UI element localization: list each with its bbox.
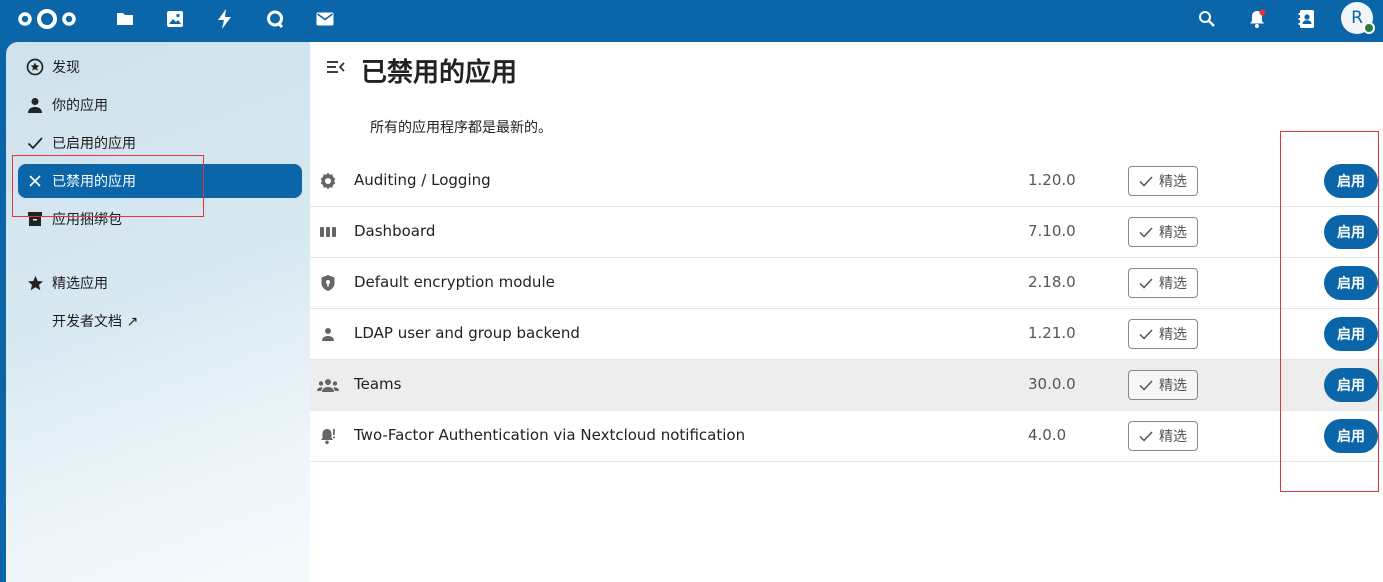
sidebar-item-label: 你的应用 bbox=[52, 98, 108, 114]
app-version: 30.0.0 bbox=[1028, 375, 1076, 393]
notifications-icon[interactable] bbox=[1243, 6, 1271, 32]
status-online-indicator bbox=[1363, 22, 1375, 34]
app-row[interactable]: Auditing / Logging 1.20.0 精选 启用 bbox=[310, 156, 1383, 207]
top-header: R bbox=[0, 0, 1383, 40]
dashboard-icon bbox=[316, 220, 340, 244]
app-row[interactable]: Default encryption module 2.18.0 精选 启用 bbox=[310, 258, 1383, 309]
close-icon bbox=[18, 164, 52, 198]
enable-button[interactable]: 启用 bbox=[1324, 317, 1378, 351]
app-version: 4.0.0 bbox=[1028, 426, 1067, 444]
app-version: 2.18.0 bbox=[1028, 273, 1076, 291]
contacts-icon[interactable] bbox=[1293, 6, 1321, 32]
app-row[interactable]: Dashboard 7.10.0 精选 启用 bbox=[310, 207, 1383, 258]
check-icon bbox=[1139, 277, 1153, 289]
main-content: 已禁用的应用 所有的应用程序都是最新的。 Auditing / Logging … bbox=[310, 42, 1383, 582]
app-version: 7.10.0 bbox=[1028, 222, 1076, 240]
sidebar-item-featured-apps[interactable]: 精选应用 bbox=[18, 266, 302, 300]
bell-alert-icon bbox=[316, 424, 340, 448]
page-title: 已禁用的应用 bbox=[361, 58, 518, 88]
shield-icon bbox=[316, 271, 340, 295]
enable-button[interactable]: 启用 bbox=[1324, 419, 1378, 453]
check-icon bbox=[1139, 175, 1153, 187]
featured-label: 精选 bbox=[1159, 429, 1187, 445]
gear-icon bbox=[316, 169, 340, 193]
app-name: Dashboard bbox=[354, 222, 436, 240]
sidebar-item-label: 发现 bbox=[52, 60, 80, 76]
menu-toggle-icon[interactable] bbox=[325, 58, 347, 76]
enable-button[interactable]: 启用 bbox=[1324, 164, 1378, 198]
app-row[interactable]: LDAP user and group backend 1.21.0 精选 启用 bbox=[310, 309, 1383, 360]
mail-icon[interactable] bbox=[313, 8, 337, 30]
group-icon bbox=[316, 373, 340, 397]
featured-badge: 精选 bbox=[1128, 370, 1198, 400]
check-icon bbox=[18, 126, 52, 160]
star-icon bbox=[18, 266, 52, 300]
app-version: 1.20.0 bbox=[1028, 171, 1076, 189]
enable-button[interactable]: 启用 bbox=[1324, 266, 1378, 300]
sidebar-item-label: 已启用的应用 bbox=[52, 136, 136, 152]
featured-badge: 精选 bbox=[1128, 319, 1198, 349]
featured-badge: 精选 bbox=[1128, 421, 1198, 451]
sidebar-item-enabled-apps[interactable]: 已启用的应用 bbox=[18, 126, 302, 160]
sidebar-item-developer-docs[interactable]: 开发者文档 ↗ bbox=[18, 304, 302, 338]
avatar-initial: R bbox=[1351, 8, 1363, 28]
star-circle-icon bbox=[18, 50, 52, 84]
app-name: Default encryption module bbox=[354, 273, 555, 291]
files-icon[interactable] bbox=[113, 8, 137, 30]
sidebar-item-label: 已禁用的应用 bbox=[52, 174, 136, 190]
enable-button[interactable]: 启用 bbox=[1324, 215, 1378, 249]
featured-badge: 精选 bbox=[1128, 217, 1198, 247]
featured-label: 精选 bbox=[1159, 327, 1187, 343]
archive-icon bbox=[18, 202, 52, 236]
featured-label: 精选 bbox=[1159, 174, 1187, 190]
app-name: Teams bbox=[354, 375, 402, 393]
app-row[interactable]: Two-Factor Authentication via Nextcloud … bbox=[310, 411, 1383, 462]
check-icon bbox=[1139, 379, 1153, 391]
user-icon bbox=[316, 322, 340, 346]
sidebar-item-label: 开发者文档 ↗ bbox=[52, 314, 139, 330]
check-icon bbox=[1139, 430, 1153, 442]
search-icon[interactable] bbox=[1193, 6, 1221, 32]
photos-icon[interactable] bbox=[163, 8, 187, 30]
update-status-message: 所有的应用程序都是最新的。 bbox=[370, 120, 552, 136]
sidebar-item-app-bundles[interactable]: 应用捆绑包 bbox=[18, 202, 302, 236]
account-icon bbox=[18, 88, 52, 122]
sidebar-item-discover[interactable]: 发现 bbox=[18, 50, 302, 84]
app-version: 1.21.0 bbox=[1028, 324, 1076, 342]
talk-icon[interactable] bbox=[263, 8, 287, 30]
sidebar-item-label: 精选应用 bbox=[52, 276, 108, 292]
sidebar-item-label: 应用捆绑包 bbox=[52, 212, 122, 228]
featured-label: 精选 bbox=[1159, 225, 1187, 241]
app-name: Auditing / Logging bbox=[354, 171, 491, 189]
app-row[interactable]: Teams 30.0.0 精选 启用 bbox=[310, 360, 1383, 411]
activity-icon[interactable] bbox=[213, 8, 237, 30]
featured-badge: 精选 bbox=[1128, 268, 1198, 298]
enable-button[interactable]: 启用 bbox=[1324, 368, 1378, 402]
app-name: LDAP user and group backend bbox=[354, 324, 580, 342]
app-name: Two-Factor Authentication via Nextcloud … bbox=[354, 426, 746, 444]
featured-label: 精选 bbox=[1159, 378, 1187, 394]
check-icon bbox=[1139, 226, 1153, 238]
check-icon bbox=[1139, 328, 1153, 340]
featured-badge: 精选 bbox=[1128, 166, 1198, 196]
featured-label: 精选 bbox=[1159, 276, 1187, 292]
sidebar-item-disabled-apps[interactable]: 已禁用的应用 bbox=[18, 164, 302, 198]
nextcloud-logo[interactable] bbox=[15, 7, 79, 31]
sidebar-item-your-apps[interactable]: 你的应用 bbox=[18, 88, 302, 122]
app-navigation: 发现 你的应用 已启用的应用 已禁用的应用 应用捆绑包 精选应用 开发者文档 ↗ bbox=[6, 42, 310, 582]
